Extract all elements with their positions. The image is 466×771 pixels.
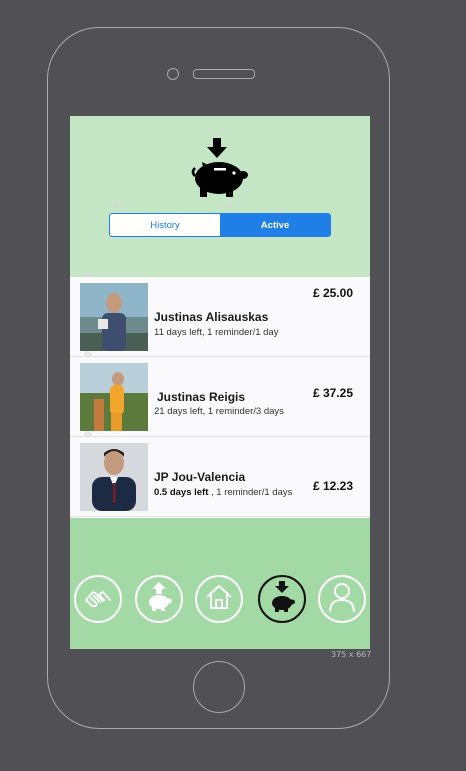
piggy-bank-deposit-icon	[190, 136, 250, 205]
days-left: 0.5 days left	[154, 487, 209, 498]
nav-handshake[interactable]	[74, 575, 122, 623]
pledge-name: Justinas Reigis	[157, 390, 246, 404]
speaker-grille	[193, 69, 255, 79]
nav-deposit[interactable]	[258, 575, 306, 623]
pledge-name: JP Jou-Valencia	[154, 470, 246, 484]
reminder: , 1 reminder/3 days	[202, 406, 284, 417]
profile-icon	[327, 581, 357, 618]
avatar	[80, 283, 148, 351]
tab-switcher: History Active	[109, 213, 331, 237]
nav-home[interactable]	[195, 575, 243, 623]
piggy-bank-deposit-icon	[267, 580, 297, 619]
list-item[interactable]: ✲ Justinas Reigis 21 days left, 1 remind…	[70, 357, 370, 442]
pledge-detail: 21 days left, 1 reminder/3 days	[154, 406, 284, 417]
pledge-amount: £ 37.25	[312, 386, 353, 400]
piggy-bank-withdraw-icon	[144, 581, 174, 618]
app-screen: ✲ ✲ History Active ✲ ✲ Justinas Alisausk…	[70, 116, 370, 649]
pledge-amount: £ 12.23	[312, 479, 353, 493]
nav-withdraw[interactable]	[135, 575, 183, 623]
header: ✲ ✲ History Active ✲	[70, 116, 370, 281]
days-left: 21 days left	[154, 406, 203, 417]
gear-icon: ✲	[111, 199, 123, 213]
reminder: , 1 reminder/1 day	[201, 327, 279, 338]
days-left: 11 days left	[154, 327, 202, 338]
camera-icon	[167, 68, 179, 80]
avatar	[80, 363, 148, 431]
pledge-name: Justinas Alisauskas	[154, 310, 269, 324]
tab-history[interactable]: History	[110, 214, 220, 236]
home-icon	[204, 582, 234, 617]
avatar	[80, 443, 148, 511]
pledge-amount: £ 25.00	[312, 286, 353, 300]
handshake-icon	[83, 582, 113, 617]
list-item[interactable]: JP Jou-Valencia 0.5 days left , 1 remind…	[70, 437, 370, 517]
pledge-detail: 0.5 days left , 1 reminder/1 days	[154, 487, 292, 498]
reminder: , 1 reminder/1 days	[208, 487, 293, 498]
screen-size-label: 375 x 667	[331, 650, 372, 659]
pledge-list: ✲ Justinas Alisauskas 11 days left, 1 re…	[70, 277, 370, 518]
pledge-detail: 11 days left, 1 reminder/1 day	[154, 327, 278, 338]
list-item[interactable]: ✲ Justinas Alisauskas 11 days left, 1 re…	[70, 277, 370, 362]
home-hardware-button[interactable]	[193, 661, 245, 713]
gear-icon: ✲	[221, 199, 233, 213]
nav-profile[interactable]	[318, 575, 366, 623]
bottom-nav	[70, 518, 370, 649]
tab-active[interactable]: Active	[220, 214, 330, 236]
